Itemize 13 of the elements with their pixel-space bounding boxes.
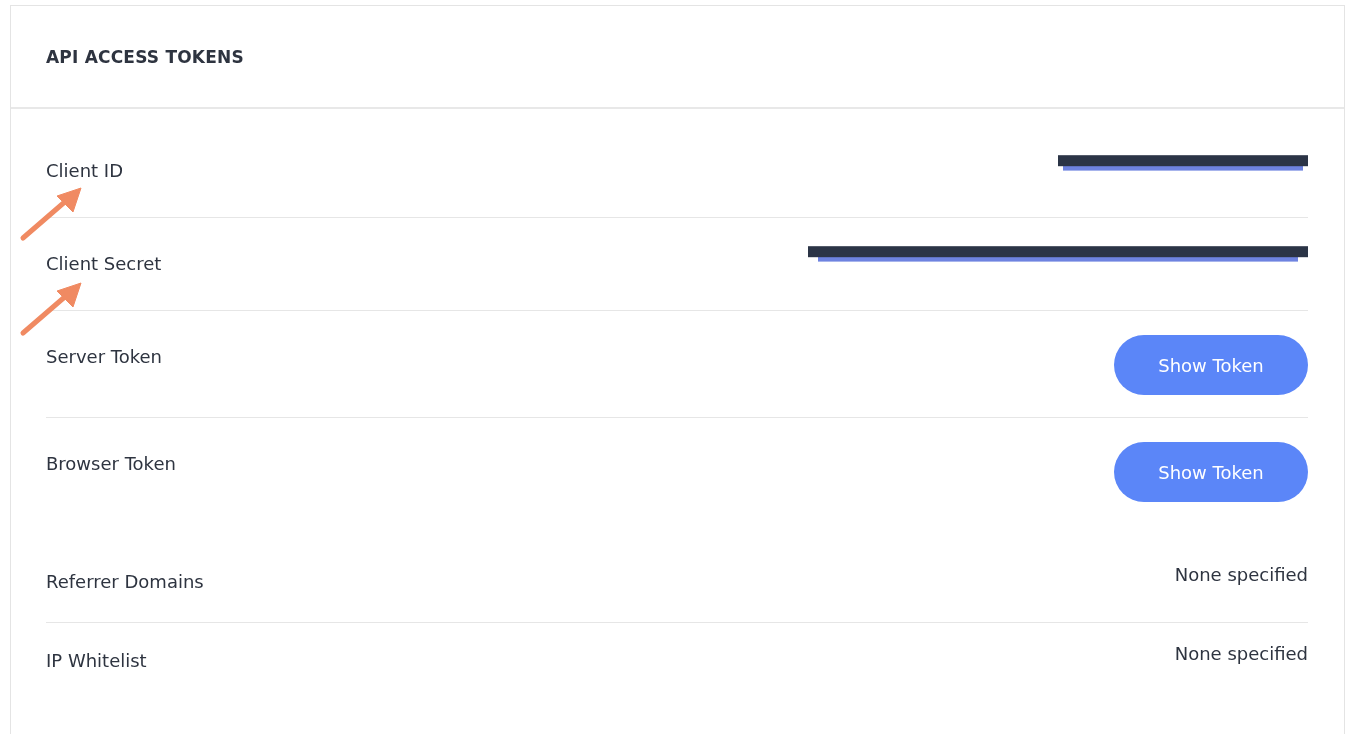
field-label: Browser Token bbox=[46, 454, 176, 474]
show-token-button[interactable]: Show Token bbox=[1114, 442, 1308, 502]
annotation-arrow bbox=[19, 186, 83, 242]
annotation-arrow bbox=[19, 281, 83, 337]
field-label: Referrer Domains bbox=[46, 572, 204, 592]
field-label: Server Token bbox=[46, 347, 162, 367]
field-value: None specified bbox=[1174, 565, 1308, 585]
field-label: Client Secret bbox=[46, 254, 162, 274]
panel-title: API ACCESS TOKENS bbox=[46, 46, 244, 67]
field-label: Client ID bbox=[46, 161, 123, 181]
show-token-button[interactable]: Show Token bbox=[1114, 335, 1308, 395]
field-value: None specified bbox=[1174, 644, 1308, 664]
field-label: IP Whitelist bbox=[46, 651, 147, 671]
